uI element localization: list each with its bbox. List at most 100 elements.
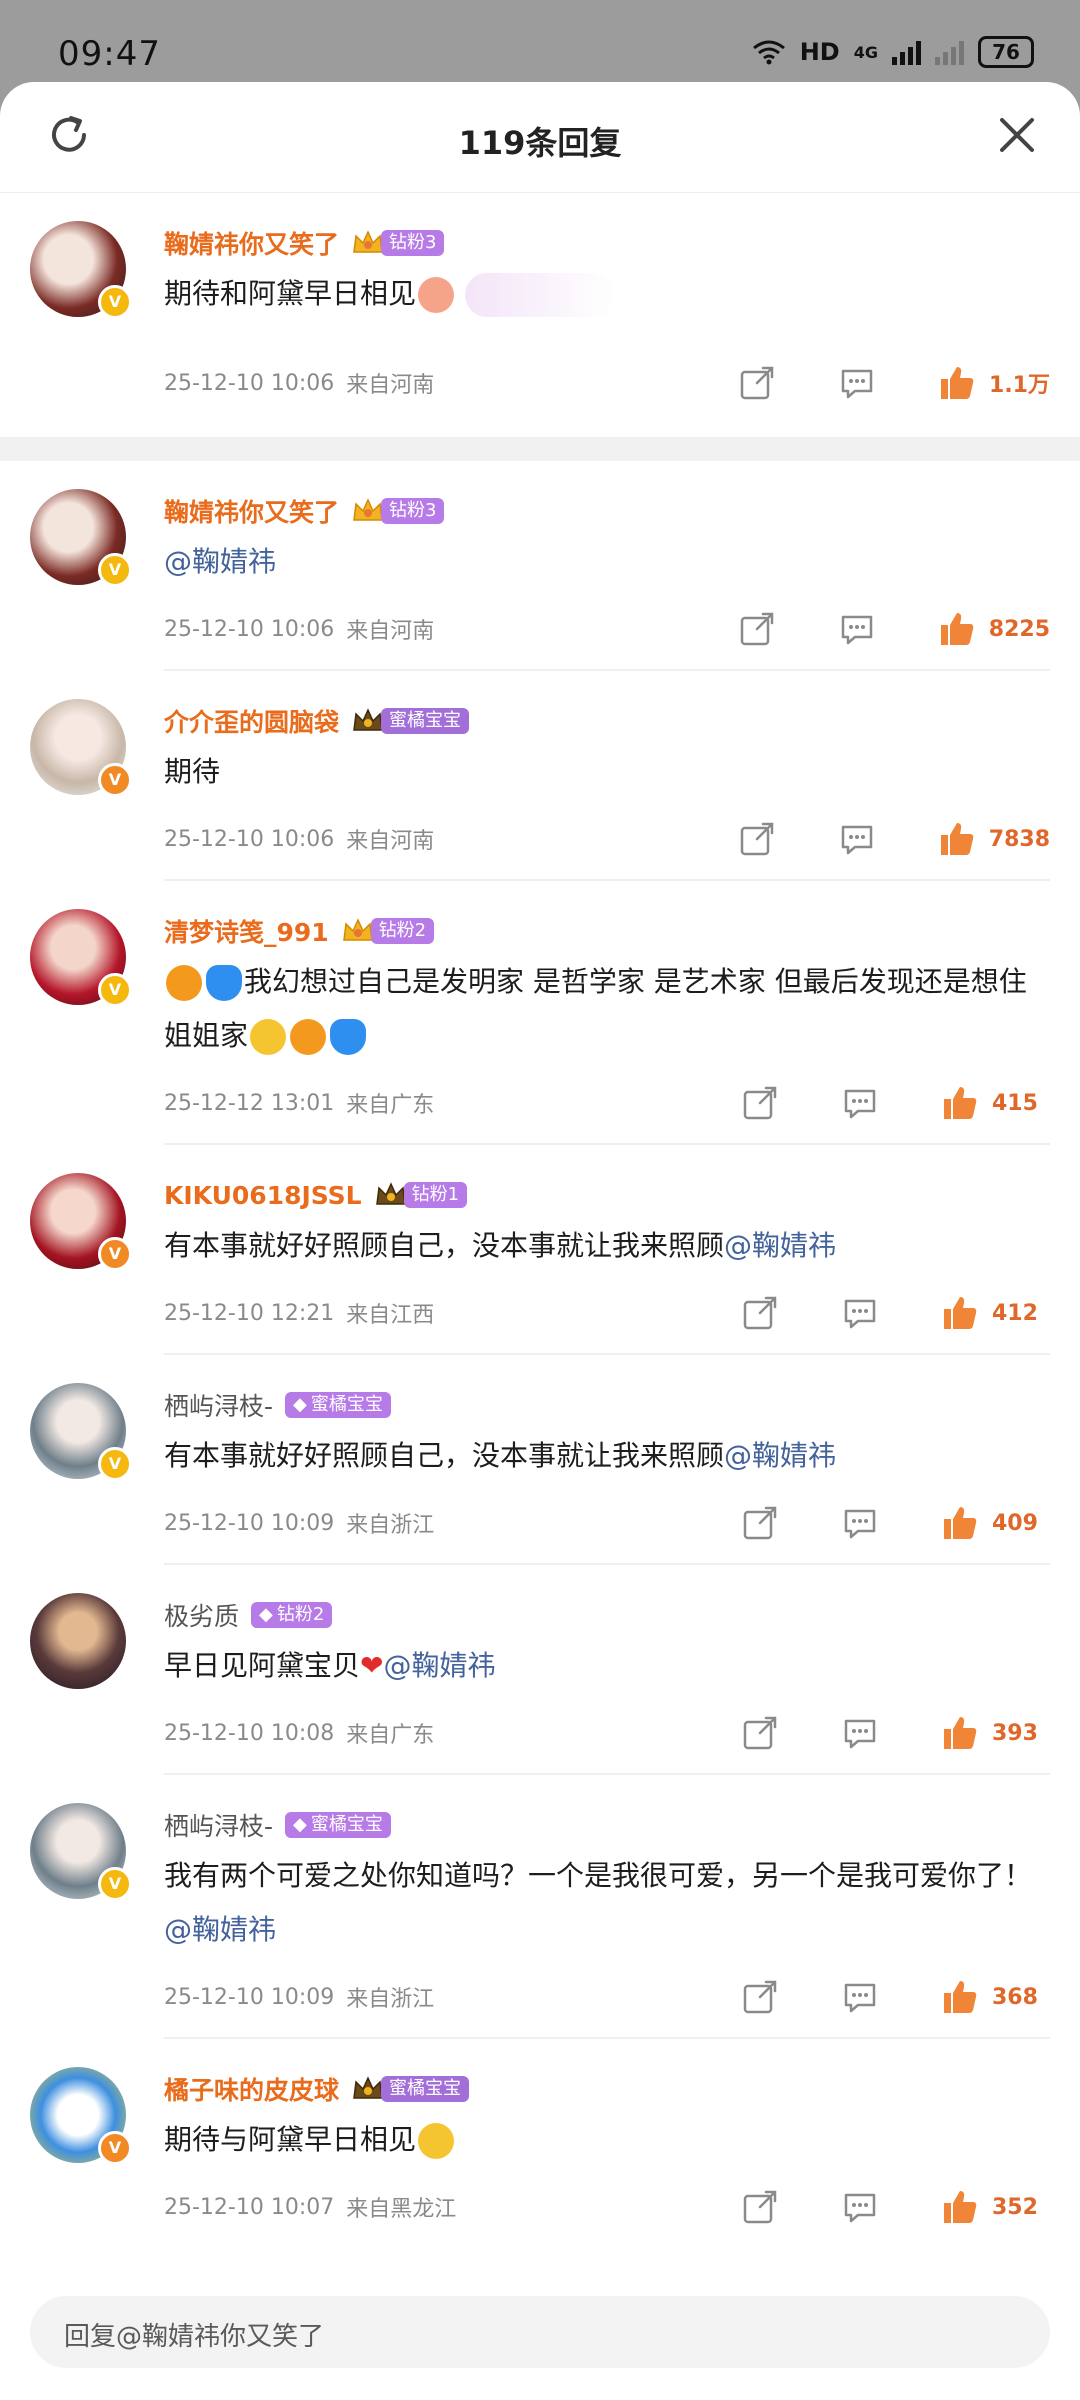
verified-badge-icon: V <box>98 553 132 587</box>
reply-icon[interactable] <box>840 1503 880 1543</box>
reply-input[interactable]: 回复@鞠婧祎你又笑了 <box>30 2296 1050 2368</box>
comment-text: 期待和阿黛早日相见 <box>164 267 1050 321</box>
comment-location: 来自河南 <box>346 829 435 854</box>
comment-time: 25-12-10 10:07 <box>164 2194 335 2220</box>
username[interactable]: 橘子味的皮皮球 <box>164 2071 339 2107</box>
like-button[interactable]: 409 <box>940 1503 1050 1543</box>
signal-icon <box>892 39 921 65</box>
sheet-title: 119条回复 <box>458 124 622 162</box>
reply-item: V 栖屿浔枝- ◆ 蜜橘宝宝 我有两个可爱之处你知道吗？一个是我很可爱，另一个是我… <box>0 1775 1080 2039</box>
crown-icon <box>353 2076 383 2099</box>
mention-link[interactable]: @鞠婧祎 <box>383 1649 495 1682</box>
fan-badge: 蜜橘宝宝 <box>351 706 470 736</box>
reply-icon[interactable] <box>840 1713 880 1753</box>
avatar[interactable]: V <box>30 489 132 589</box>
fan-tag: 蜜橘宝宝 <box>381 708 470 734</box>
verified-badge-icon: V <box>98 1237 132 1271</box>
mention-link[interactable]: @鞠婧祎 <box>724 1229 836 1262</box>
share-icon[interactable] <box>737 819 777 859</box>
share-icon[interactable] <box>740 1713 780 1753</box>
status-bar: 09:47 HD 4G 76 <box>0 0 1080 82</box>
reply-icon[interactable] <box>837 363 877 403</box>
share-icon[interactable] <box>740 1083 780 1123</box>
fan-tag: 蜜橘宝宝 <box>381 2076 470 2102</box>
reply-icon[interactable] <box>840 1977 880 2017</box>
close-icon[interactable] <box>994 112 1040 158</box>
like-button[interactable]: 1.1万 <box>937 363 1050 403</box>
orange-emoji-icon <box>290 1019 327 1055</box>
avatar[interactable] <box>30 1593 130 1693</box>
comment-text: 期待与阿黛早日相见 <box>164 2113 1050 2167</box>
avatar[interactable]: V <box>30 1803 132 1903</box>
mention-link[interactable]: @鞠婧祎 <box>164 545 276 578</box>
reply-item: V 清梦诗笺_991 钻粉2 我幻想过自己是发明家 是哲学家 是艺术家 但最后发… <box>0 881 1080 1145</box>
fan-tag: 钻粉1 <box>403 1182 468 1208</box>
surprised-emoji-icon <box>418 2123 455 2159</box>
username[interactable]: 极劣质 <box>164 1597 239 1633</box>
like-button[interactable]: 368 <box>940 1977 1050 2017</box>
like-button[interactable]: 352 <box>940 2187 1050 2227</box>
like-button[interactable]: 8225 <box>937 609 1050 649</box>
system-icons: HD 4G 76 <box>752 36 1034 68</box>
username[interactable]: 鞠婧祎你又笑了 <box>164 225 339 261</box>
mention-link[interactable]: @鞠婧祎 <box>724 1439 836 1472</box>
comment-text: 我幻想过自己是发明家 是哲学家 是艺术家 但最后发现还是想住姐姐家 <box>164 955 1050 1063</box>
avatar[interactable]: V <box>30 1383 132 1483</box>
verified-badge-icon: V <box>98 2131 132 2165</box>
hd-indicator: HD <box>799 38 840 66</box>
username[interactable]: 清梦诗笺_991 <box>164 913 329 949</box>
reply-item: V KIKU0618JSSL 钻粉1 有本事就好好照顾自己，没本事就让我来照顾@… <box>0 1145 1080 1355</box>
fan-badge: 钻粉3 <box>351 496 445 526</box>
like-button[interactable]: 7838 <box>937 819 1050 859</box>
replies-sheet: 119条回复 V 鞠婧祎你又笑了 钻粉3 期待和阿黛早日相见 25-12-10 … <box>0 82 1080 2400</box>
share-icon[interactable] <box>737 363 777 403</box>
username[interactable]: 鞠婧祎你又笑了 <box>164 493 339 529</box>
fan-tag: 钻粉3 <box>381 498 445 524</box>
comment-location: 来自江西 <box>346 1303 435 1328</box>
main-comment: V 鞠婧祎你又笑了 钻粉3 期待和阿黛早日相见 25-12-10 10:06 来… <box>0 193 1080 423</box>
avatar[interactable]: V <box>30 909 132 1009</box>
crown-icon <box>353 230 383 253</box>
like-button[interactable]: 393 <box>940 1713 1050 1753</box>
like-count: 412 <box>992 1300 1038 1326</box>
battery-icon: 76 <box>978 36 1034 68</box>
gem-icon: ◆ <box>293 1394 307 1415</box>
reply-icon[interactable] <box>837 609 877 649</box>
avatar[interactable]: V <box>30 1173 132 1273</box>
crown-icon <box>342 918 373 941</box>
reply-icon[interactable] <box>840 2187 880 2227</box>
verified-badge-icon: V <box>98 285 132 319</box>
share-icon[interactable] <box>740 1977 780 2017</box>
like-button[interactable]: 415 <box>940 1083 1050 1123</box>
verified-badge-icon: V <box>98 1447 132 1481</box>
crown-icon <box>353 708 383 731</box>
mention-link[interactable]: @鞠婧祎 <box>164 1913 276 1946</box>
reply-icon[interactable] <box>837 819 877 859</box>
share-icon[interactable] <box>740 2187 780 2227</box>
reply-icon[interactable] <box>840 1293 880 1333</box>
gem-icon: ◆ <box>293 1814 307 1835</box>
comment-time: 25-12-10 10:06 <box>164 826 335 852</box>
share-icon[interactable] <box>740 1503 780 1543</box>
avatar[interactable]: V <box>30 2067 132 2167</box>
share-icon[interactable] <box>737 609 777 649</box>
like-icon <box>941 367 974 399</box>
comment-location: 来自浙江 <box>346 1987 435 2012</box>
reply-item: V 橘子味的皮皮球 蜜橘宝宝 期待与阿黛早日相见 25-12-10 10:07 … <box>0 2039 1080 2247</box>
share-icon[interactable] <box>740 1293 780 1333</box>
reply-icon[interactable] <box>840 1083 880 1123</box>
fan-badge: ◆ 钻粉2 <box>251 1600 333 1630</box>
comment-time: 25-12-10 12:21 <box>164 1300 335 1326</box>
avatar[interactable]: V <box>30 221 132 321</box>
emoji-icon <box>418 277 455 313</box>
fan-badge: ◆ 蜜橘宝宝 <box>285 1390 391 1420</box>
username[interactable]: 栖屿浔枝- <box>164 1387 273 1423</box>
username[interactable]: 栖屿浔枝- <box>164 1807 273 1843</box>
verified-badge-icon: V <box>98 1867 132 1901</box>
username[interactable]: KIKU0618JSSL <box>164 1181 362 1210</box>
username[interactable]: 介介歪的圆脑袋 <box>164 703 339 739</box>
pleading-face-icon <box>250 1019 287 1055</box>
like-button[interactable]: 412 <box>940 1293 1050 1333</box>
avatar[interactable]: V <box>30 699 132 799</box>
status-time: 09:47 <box>58 34 161 74</box>
